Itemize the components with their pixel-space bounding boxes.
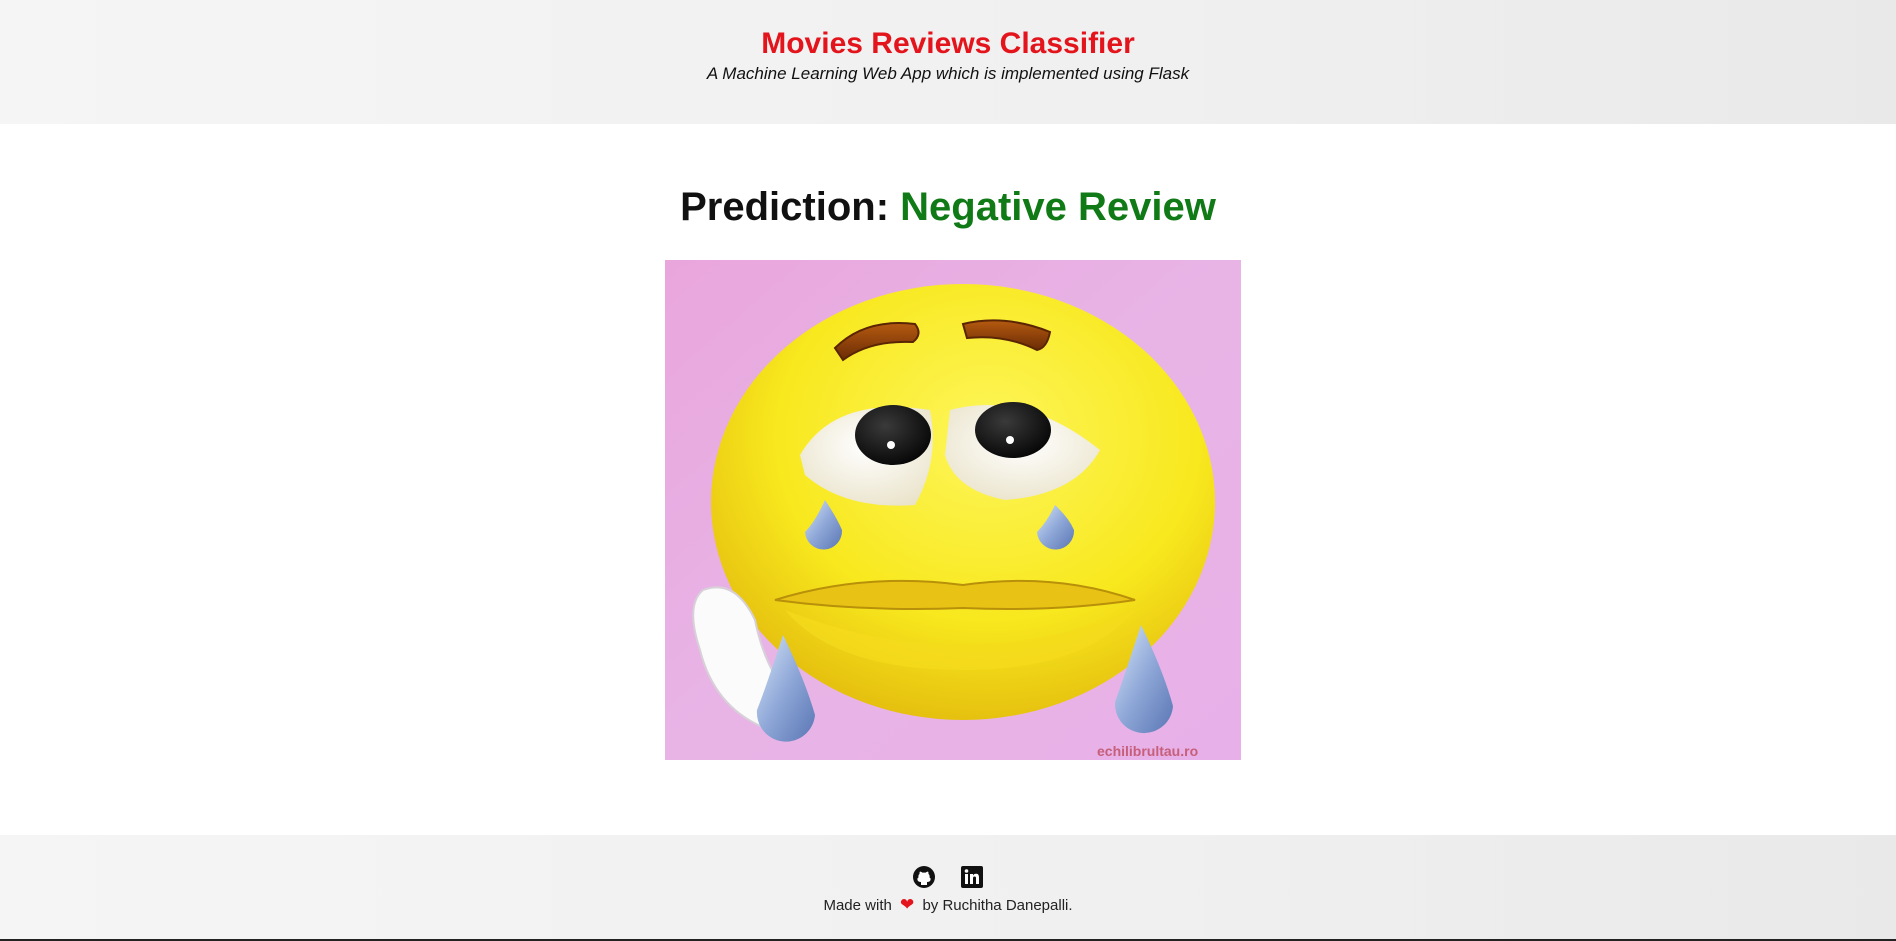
- page-footer: Made with ❤ by Ruchitha Danepalli.: [0, 835, 1896, 941]
- app-subtitle: A Machine Learning Web App which is impl…: [706, 64, 1190, 83]
- prediction-heading: Prediction: Negative Review: [0, 183, 1896, 231]
- made-with-text: Made with: [823, 897, 892, 914]
- image-watermark: echilibrultau.ro: [1097, 743, 1198, 759]
- linkedin-icon[interactable]: [960, 865, 984, 889]
- prediction-label: Prediction:: [680, 185, 890, 229]
- page-header: Movies Reviews Classifier A Machine Lear…: [0, 0, 1896, 124]
- made-with-credit: Made with ❤ by Ruchitha Danepalli.: [0, 896, 1896, 915]
- author-credit: by Ruchitha Danepalli.: [922, 897, 1073, 914]
- crying-face-illustration: echilibrultau.ro: [665, 260, 1241, 760]
- social-links: [0, 865, 1896, 889]
- sad-emoji-image: echilibrultau.ro: [665, 260, 1241, 760]
- heart-icon: ❤: [900, 895, 915, 914]
- prediction-value: Negative Review: [900, 185, 1216, 229]
- github-icon[interactable]: [912, 865, 936, 889]
- app-title: Movies Reviews Classifier: [761, 27, 1135, 60]
